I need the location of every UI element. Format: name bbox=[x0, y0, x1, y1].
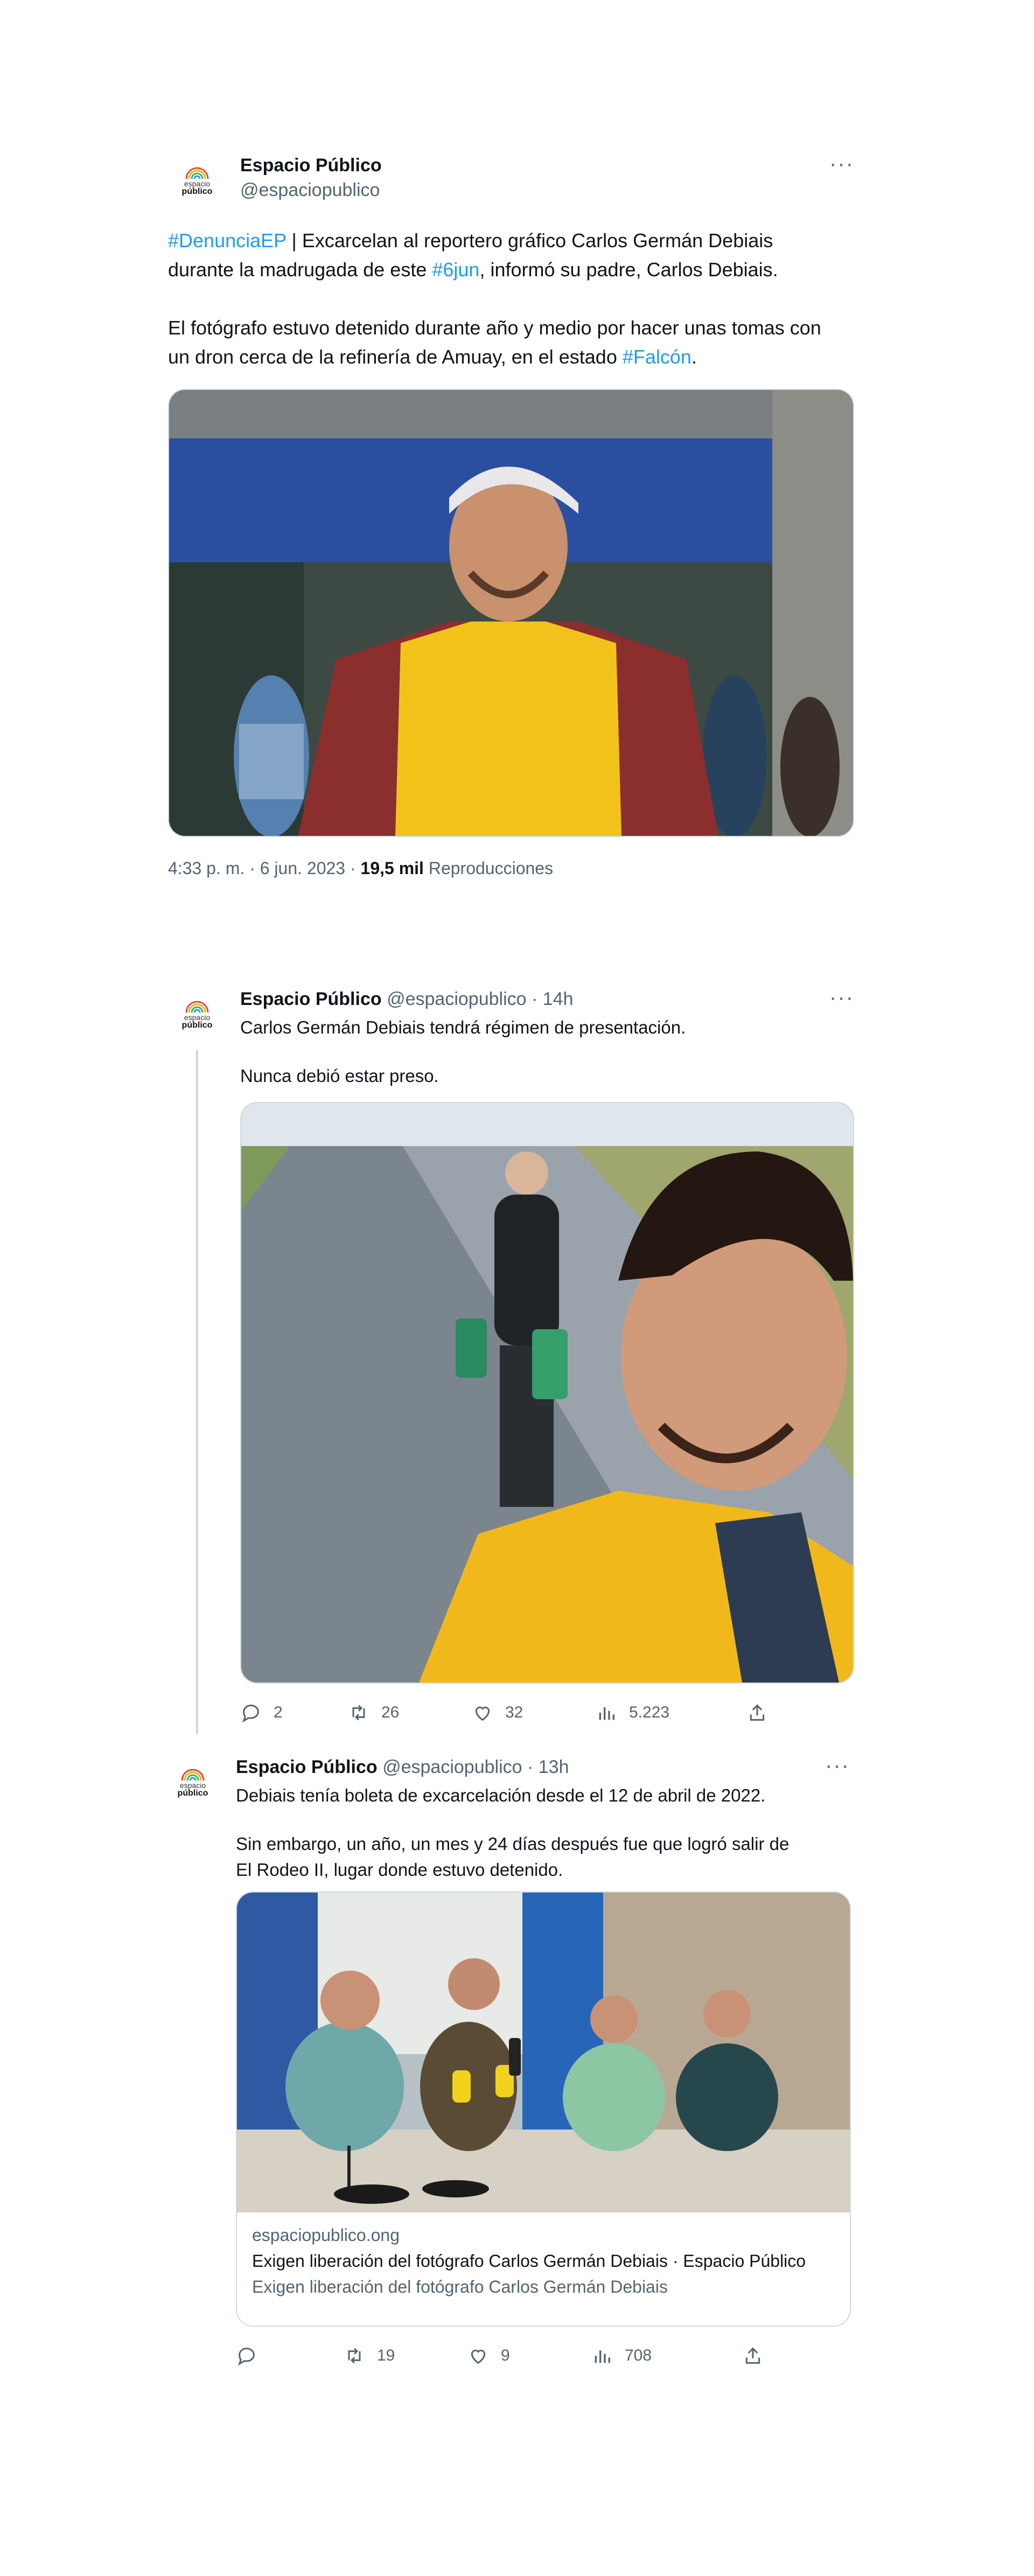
reply-icon[interactable] bbox=[236, 2345, 257, 2366]
more-options-icon[interactable]: ··· bbox=[829, 152, 854, 176]
reply-actions: 19 9 708 bbox=[236, 2345, 774, 2366]
views-action[interactable]: 5.223 bbox=[596, 1702, 746, 1723]
retweet-action[interactable]: 19 bbox=[344, 2345, 467, 2366]
hashtag-link[interactable]: #6jun bbox=[432, 259, 479, 281]
logo-line1: espacio bbox=[179, 1781, 206, 1790]
reply-icon[interactable] bbox=[240, 1702, 262, 1723]
tweet-text-run: . bbox=[691, 346, 697, 368]
like-icon[interactable] bbox=[472, 1702, 493, 1723]
reply-photo[interactable] bbox=[240, 1102, 854, 1684]
logo-line2: público bbox=[181, 1021, 213, 1030]
views-icon[interactable] bbox=[596, 1702, 617, 1723]
espacio-publico-logo-icon bbox=[185, 167, 209, 179]
espacio-publico-logo-icon bbox=[185, 1001, 209, 1013]
more-options-icon[interactable]: ··· bbox=[829, 986, 854, 1010]
author-name[interactable]: Espacio Público bbox=[236, 1757, 378, 1777]
card-title[interactable]: Exigen liberación del fotógrafo Carlos G… bbox=[252, 2248, 835, 2274]
retweet-action[interactable]: 26 bbox=[348, 1702, 472, 1723]
avatar[interactable]: espacio público bbox=[167, 1757, 219, 1809]
hashtag-link[interactable]: #Falcón bbox=[623, 346, 691, 368]
retweet-count: 19 bbox=[377, 2347, 395, 2364]
logo-line2: público bbox=[177, 1789, 208, 1798]
like-action[interactable]: 9 bbox=[467, 2345, 591, 2366]
logo-line1: espacio bbox=[184, 179, 211, 188]
views-action[interactable]: 708 bbox=[591, 2345, 742, 2366]
espacio-publico-logo-icon bbox=[181, 1769, 205, 1781]
like-count: 32 bbox=[505, 1704, 523, 1721]
reply-count: 2 bbox=[274, 1704, 283, 1721]
reply-text-2: Nunca debió estar preso. bbox=[240, 1066, 439, 1086]
tweet-photo[interactable] bbox=[168, 389, 854, 837]
retweet-icon[interactable] bbox=[348, 1702, 369, 1723]
views-count: 708 bbox=[625, 2347, 652, 2364]
like-action[interactable]: 32 bbox=[472, 1702, 596, 1723]
avatar[interactable]: espacio público bbox=[171, 989, 223, 1041]
hashtag-link[interactable]: #DenunciaEP bbox=[168, 229, 287, 252]
views-count: 5.223 bbox=[629, 1704, 670, 1721]
photo-selfie-image bbox=[241, 1103, 853, 1683]
reply-time[interactable]: · 14h bbox=[527, 989, 574, 1009]
card-description: Exigen liberación del fotógrafo Carlos G… bbox=[252, 2277, 668, 2296]
retweet-icon[interactable] bbox=[344, 2345, 365, 2366]
share-icon[interactable] bbox=[742, 2345, 764, 2366]
like-count: 9 bbox=[501, 2347, 510, 2364]
logo-line2: público bbox=[181, 187, 213, 196]
reply-header: Espacio Público @espaciopublico · 14h bbox=[240, 989, 573, 1010]
reply-text-2: Sin embargo, un año, un mes y 24 días de… bbox=[236, 1834, 790, 1880]
reply-text-1: Carlos Germán Debiais tendrá régimen de … bbox=[240, 1017, 686, 1037]
tweet-text: #DenunciaEP | Excarcelan al reportero gr… bbox=[168, 226, 836, 372]
author-handle[interactable]: @espaciopublico bbox=[382, 1757, 522, 1777]
tweet-text-run: , informó su padre, Carlos Debiais. bbox=[479, 259, 778, 281]
thread-connector bbox=[196, 1050, 198, 1734]
author-name[interactable]: Espacio Público bbox=[240, 989, 382, 1009]
reply-time[interactable]: · 13h bbox=[522, 1757, 569, 1777]
author-handle[interactable]: @espaciopublico bbox=[240, 180, 380, 201]
tweet-text-run: El fotógrafo estuvo detenido durante año… bbox=[168, 317, 821, 368]
logo-line1: espacio bbox=[184, 1013, 211, 1022]
tweet-timestamp[interactable]: 4:33 p. m. · 6 jun. 2023 · 19,5 mil Repr… bbox=[168, 858, 553, 878]
author-handle[interactable]: @espaciopublico bbox=[387, 989, 526, 1009]
photo-reporter-image bbox=[169, 390, 853, 836]
share-icon[interactable] bbox=[746, 1702, 768, 1723]
reply-header: Espacio Público @espaciopublico · 13h bbox=[236, 1757, 569, 1778]
views-count: 19,5 mil bbox=[360, 858, 424, 878]
avatar[interactable]: espacio público bbox=[171, 155, 223, 207]
more-options-icon[interactable]: ··· bbox=[825, 1754, 850, 1778]
like-icon[interactable] bbox=[467, 2345, 489, 2366]
reply-actions: 2 26 32 5.223 bbox=[240, 1702, 779, 1723]
reply-action[interactable]: 2 bbox=[240, 1702, 348, 1723]
card-domain[interactable]: espaciopublico.ong bbox=[252, 2222, 835, 2248]
views-icon[interactable] bbox=[591, 2345, 613, 2366]
timestamp-text[interactable]: 4:33 p. m. · 6 jun. 2023 · bbox=[168, 858, 361, 878]
author-name[interactable]: Espacio Público bbox=[240, 155, 382, 176]
reply-action[interactable] bbox=[236, 2345, 344, 2366]
tweet-paragraph-1: #DenunciaEP | Excarcelan al reportero gr… bbox=[168, 226, 836, 284]
share-action[interactable] bbox=[742, 2345, 764, 2366]
reply-text-1: Debiais tenía boleta de excarcelación de… bbox=[236, 1785, 766, 1805]
views-label: Reproducciones bbox=[423, 858, 554, 878]
link-card[interactable]: espaciopublico.ong Exigen liberación del… bbox=[236, 1891, 851, 2327]
photo-press-conference-image bbox=[237, 1893, 850, 2212]
retweet-count: 26 bbox=[381, 1704, 400, 1721]
tweet-paragraph-2: El fotógrafo estuvo detenido durante año… bbox=[168, 313, 836, 372]
share-action[interactable] bbox=[746, 1702, 768, 1723]
